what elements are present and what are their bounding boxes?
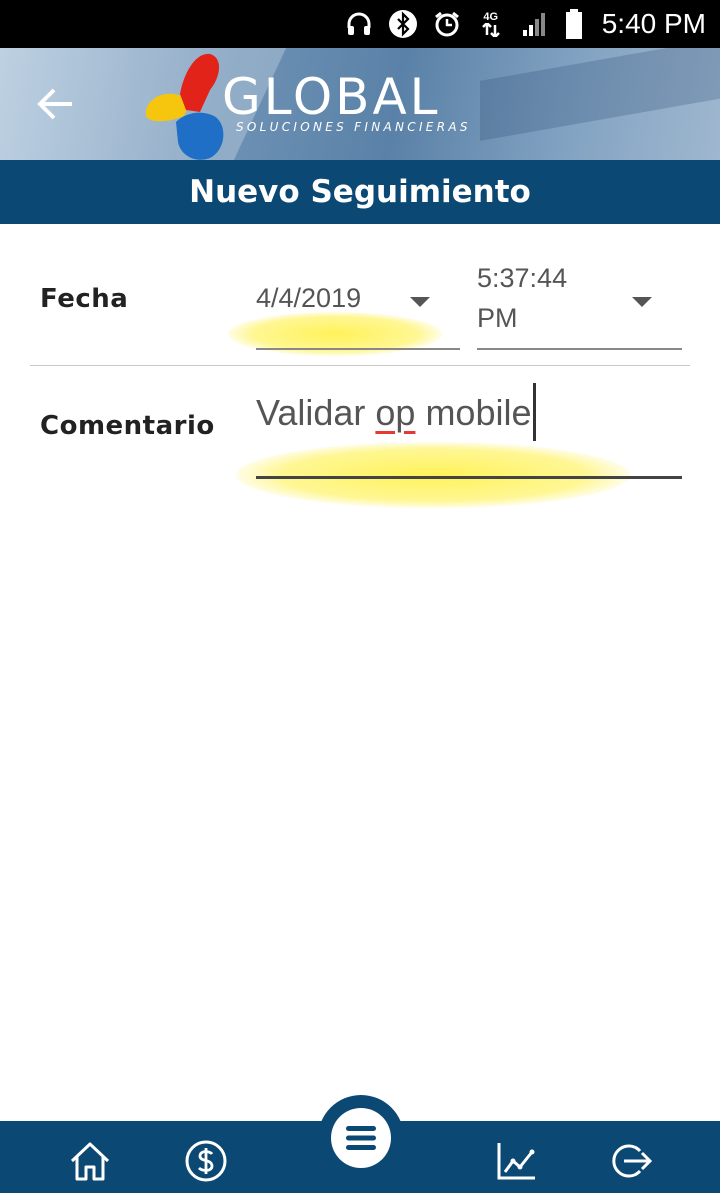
- date-value: 4/4/2019: [256, 283, 362, 313]
- logout-icon: [612, 1144, 652, 1178]
- back-button[interactable]: [36, 86, 76, 122]
- signal-icon: [520, 9, 550, 39]
- brand-tagline: SOLUCIONES FINANCIERAS: [236, 120, 471, 134]
- page-title: Nuevo Seguimiento: [0, 160, 720, 224]
- network-type-label: 4G: [483, 10, 499, 23]
- brand-logo-icon: [145, 53, 224, 160]
- statistics-button[interactable]: [492, 1137, 540, 1185]
- finance-button[interactable]: [182, 1137, 230, 1185]
- comentario-label: Comentario: [40, 411, 215, 441]
- date-dropdown-chevron-icon: [410, 297, 430, 307]
- dollar-icon: [185, 1140, 227, 1182]
- divider: [30, 365, 690, 366]
- menu-icon: [346, 1126, 376, 1150]
- time-dropdown[interactable]: 5:37:44 PM: [477, 258, 682, 350]
- logout-button[interactable]: [606, 1137, 654, 1185]
- headset-icon: [344, 9, 374, 39]
- comentario-input[interactable]: Validar op mobile: [256, 383, 682, 479]
- network-4g-icon: 4G: [476, 9, 506, 39]
- text-cursor: [532, 383, 536, 442]
- chart-icon: [497, 1143, 535, 1180]
- home-button[interactable]: [66, 1137, 114, 1185]
- comment-text-misspelled: op: [375, 392, 416, 433]
- bluetooth-icon: [388, 9, 418, 39]
- menu-button[interactable]: [318, 1095, 404, 1181]
- comment-text-start: Validar: [256, 392, 376, 433]
- alarm-icon: [432, 9, 462, 39]
- header-banner: GLOBAL SOLUCIONES FINANCIERAS: [0, 48, 720, 160]
- home-icon: [70, 1142, 110, 1181]
- time-value-line2: PM: [477, 303, 518, 333]
- brand-name: GLOBAL: [222, 68, 441, 126]
- date-dropdown[interactable]: 4/4/2019: [256, 258, 460, 350]
- battery-icon: [564, 9, 584, 39]
- status-time: 5:40 PM: [601, 8, 706, 39]
- time-value-line1: 5:37:44: [477, 263, 568, 293]
- status-bar: 4G 5:40 PM: [0, 0, 720, 48]
- comment-text-end: mobile: [415, 392, 532, 433]
- back-arrow-icon: [37, 88, 72, 120]
- time-dropdown-chevron-icon: [632, 297, 652, 307]
- fecha-label: Fecha: [40, 284, 129, 314]
